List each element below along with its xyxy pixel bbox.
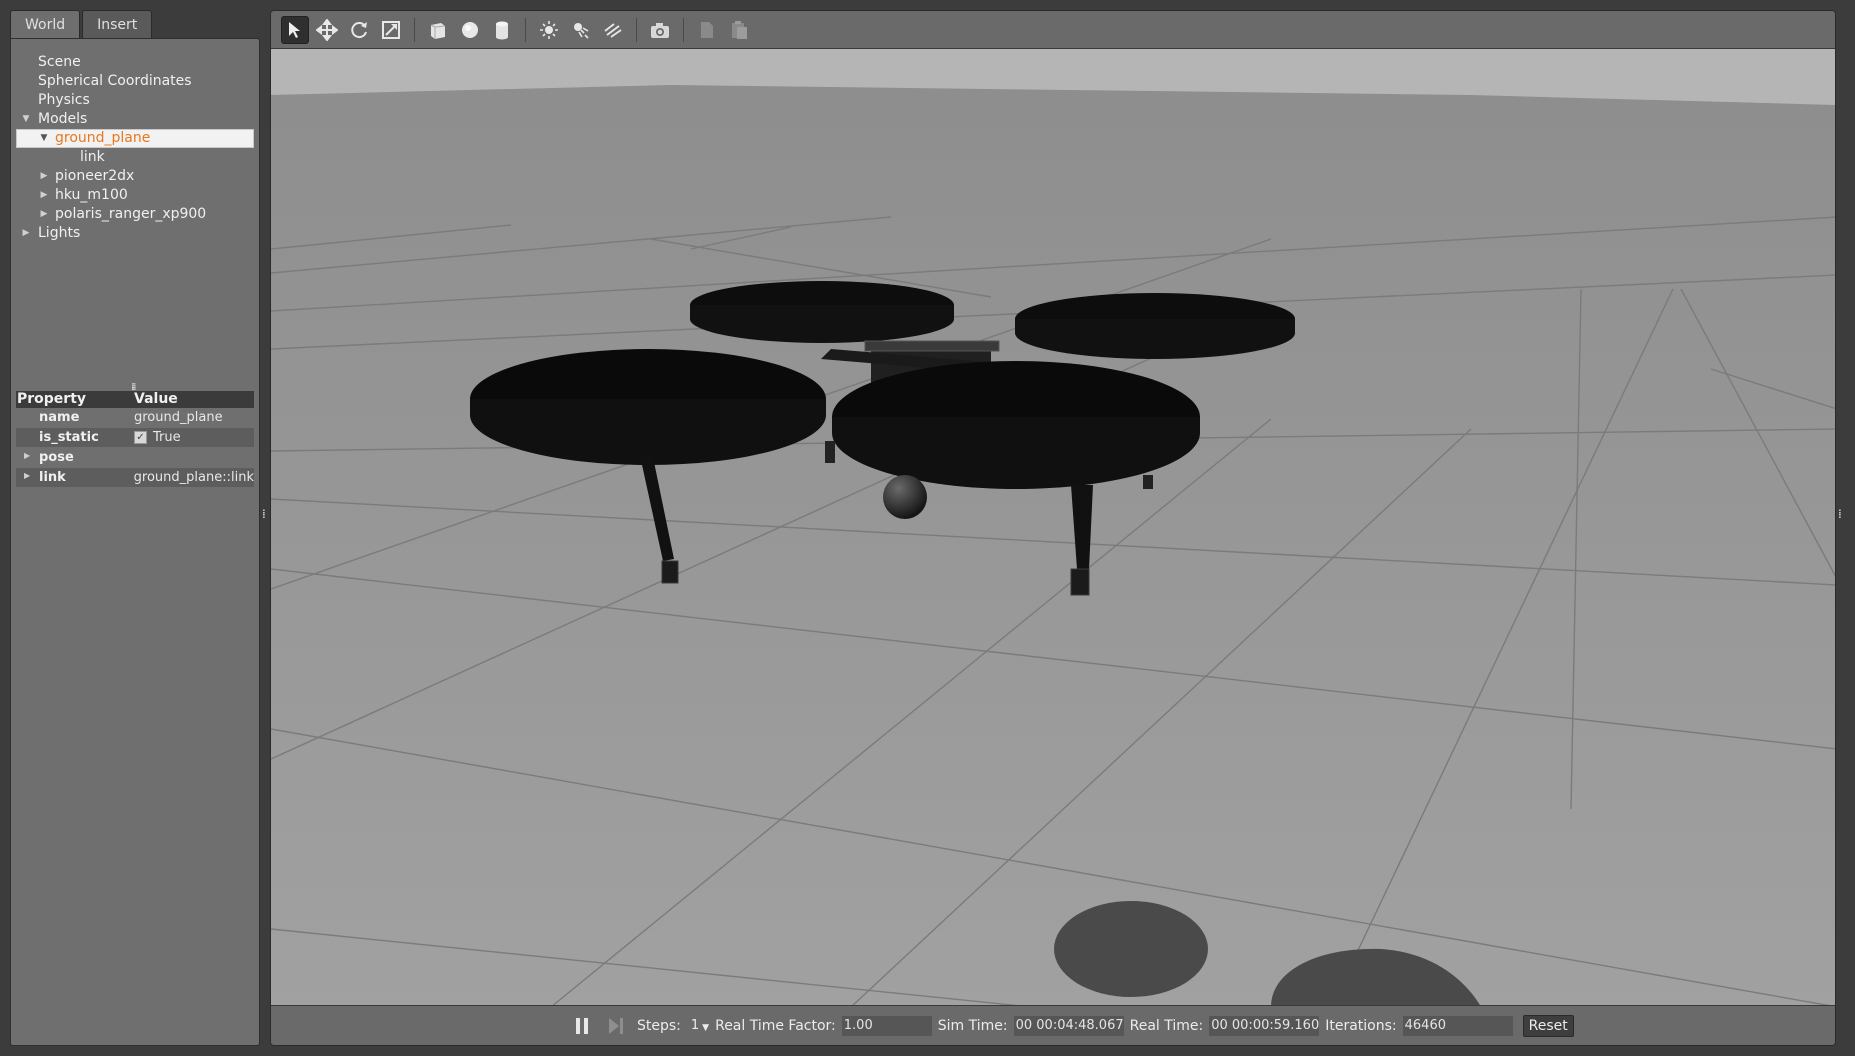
panel-tabs: World Insert bbox=[10, 10, 153, 40]
tree-item-label: ground_plane bbox=[55, 130, 151, 146]
left-panel: World Insert Scene Spherical Coordinates… bbox=[10, 10, 260, 1046]
iterations-value: 46460 bbox=[1402, 1015, 1513, 1036]
real-time-factor: Real Time Factor: 1.00 bbox=[715, 1015, 932, 1036]
tree-item-label: Models bbox=[38, 111, 88, 127]
rotor-shadow bbox=[1054, 901, 1208, 997]
right-splitter-handle[interactable]: ⁞ bbox=[1838, 508, 1842, 520]
left-splitter-handle[interactable]: ⁞ bbox=[262, 508, 266, 520]
paste-icon[interactable] bbox=[725, 16, 753, 44]
tree-item-label: Physics bbox=[38, 92, 90, 108]
tree-item-models[interactable]: ▼ Models bbox=[16, 110, 254, 129]
simulation-status-bar: Steps: 1 ▼ Real Time Factor: 1.00 Sim Ti… bbox=[271, 1005, 1835, 1045]
property-key-container: ▶ pose bbox=[16, 450, 134, 465]
pause-icon[interactable] bbox=[569, 1013, 595, 1039]
screenshot-icon[interactable] bbox=[646, 16, 674, 44]
property-key: is_static bbox=[39, 430, 99, 445]
value-column-header: Value bbox=[134, 391, 178, 407]
property-value: ground_plane::link bbox=[133, 470, 254, 485]
toolbar-separator bbox=[525, 17, 526, 42]
toolbar-separator bbox=[683, 17, 684, 42]
property-key: pose bbox=[39, 450, 74, 465]
tree-item-spherical-coordinates[interactable]: Spherical Coordinates bbox=[16, 72, 254, 91]
main-toolbar bbox=[271, 11, 1835, 49]
tree-item-lights[interactable]: ▶ Lights bbox=[16, 224, 254, 243]
tree-item-label: Lights bbox=[38, 225, 81, 241]
spot-light-icon[interactable] bbox=[567, 16, 595, 44]
property-column-header: Property bbox=[17, 391, 87, 407]
tree-item-hku-m100[interactable]: ▶ hku_m100 bbox=[16, 186, 254, 205]
iterations-label: Iterations: bbox=[1325, 1017, 1397, 1034]
sim-time-value: 00 00:04:48.067 bbox=[1013, 1015, 1124, 1036]
collapsed-arrow-icon[interactable]: ▶ bbox=[24, 451, 30, 460]
tree-item-label: Spherical Coordinates bbox=[38, 73, 192, 89]
rtf-label: Real Time Factor: bbox=[715, 1017, 836, 1034]
tree-item-label: hku_m100 bbox=[55, 187, 128, 203]
render-viewport: Steps: 1 ▼ Real Time Factor: 1.00 Sim Ti… bbox=[270, 10, 1836, 1046]
iterations: Iterations: 46460 bbox=[1325, 1015, 1513, 1036]
point-light-icon[interactable] bbox=[535, 16, 563, 44]
3d-scene-view[interactable] bbox=[271, 49, 1836, 1007]
tree-item-pioneer2dx[interactable]: ▶ pioneer2dx bbox=[16, 167, 254, 186]
property-key: link bbox=[39, 470, 66, 485]
tree-item-ground-plane[interactable]: ▼ ground_plane bbox=[16, 129, 254, 148]
property-table-header: Property Value bbox=[16, 391, 254, 408]
collapsed-arrow-icon[interactable]: ▶ bbox=[24, 471, 30, 480]
tab-world[interactable]: World bbox=[10, 10, 81, 40]
sim-time: Sim Time: 00 00:04:48.067 bbox=[937, 1015, 1124, 1036]
property-row-pose[interactable]: ▶ pose bbox=[16, 448, 254, 468]
property-row-link[interactable]: ▶ link ground_plane::link bbox=[16, 468, 254, 488]
collapsed-arrow-icon[interactable]: ▶ bbox=[38, 167, 50, 186]
step-icon[interactable] bbox=[603, 1013, 629, 1039]
tree-item-label: polaris_ranger_xp900 bbox=[55, 206, 207, 222]
reset-button[interactable]: Reset bbox=[1522, 1014, 1574, 1037]
tab-insert[interactable]: Insert bbox=[82, 10, 153, 38]
property-table: Property Value name ground_plane is_stat… bbox=[16, 391, 254, 488]
directional-light-icon[interactable] bbox=[599, 16, 627, 44]
world-tree: Scene Spherical Coordinates Physics ▼ Mod… bbox=[16, 53, 254, 243]
tree-item-polaris-ranger[interactable]: ▶ polaris_ranger_xp900 bbox=[16, 205, 254, 224]
toolbar-separator bbox=[636, 17, 637, 42]
scale-icon[interactable] bbox=[377, 16, 405, 44]
property-value-container: ✓ True bbox=[134, 430, 254, 445]
tree-item-scene[interactable]: Scene bbox=[16, 53, 254, 72]
toolbar-separator bbox=[414, 17, 415, 42]
property-value: ground_plane bbox=[134, 410, 223, 425]
select-arrow-icon[interactable] bbox=[281, 15, 309, 44]
sim-time-label: Sim Time: bbox=[937, 1017, 1008, 1034]
real-time: Real Time: 00 00:00:59.160 bbox=[1129, 1015, 1319, 1036]
steps-value[interactable]: 1 bbox=[691, 1018, 699, 1033]
box-icon[interactable] bbox=[424, 16, 452, 44]
rtf-value: 1.00 bbox=[841, 1015, 932, 1036]
steps-control: Steps: 1 ▼ bbox=[637, 1018, 709, 1034]
sphere-icon[interactable] bbox=[456, 16, 484, 44]
tree-item-physics[interactable]: Physics bbox=[16, 91, 254, 110]
property-value: True bbox=[153, 430, 181, 445]
property-key: name bbox=[39, 410, 80, 425]
copy-icon[interactable] bbox=[693, 16, 721, 44]
expanded-arrow-icon[interactable]: ▼ bbox=[20, 110, 32, 129]
property-row-name[interactable]: name ground_plane bbox=[16, 408, 254, 428]
steps-label: Steps: bbox=[637, 1017, 681, 1034]
chevron-down-icon[interactable]: ▼ bbox=[702, 1023, 709, 1033]
translate-icon[interactable] bbox=[313, 16, 341, 44]
real-time-value: 00 00:00:59.160 bbox=[1209, 1015, 1319, 1036]
expanded-arrow-icon[interactable]: ▼ bbox=[38, 129, 50, 148]
collapsed-arrow-icon[interactable]: ▶ bbox=[20, 224, 32, 243]
collapsed-arrow-icon[interactable]: ▶ bbox=[38, 186, 50, 205]
tree-item-link[interactable]: link bbox=[16, 148, 254, 167]
ground-plane bbox=[271, 49, 1835, 1007]
world-panel: Scene Spherical Coordinates Physics ▼ Mod… bbox=[10, 38, 260, 1046]
cylinder-icon[interactable] bbox=[488, 16, 516, 44]
tree-item-label: Scene bbox=[38, 54, 81, 70]
tree-item-label: link bbox=[80, 149, 105, 165]
tree-item-label: pioneer2dx bbox=[55, 168, 135, 184]
property-row-is-static[interactable]: is_static ✓ True bbox=[16, 428, 254, 448]
property-key-container: ▶ link bbox=[16, 470, 134, 485]
rotate-icon[interactable] bbox=[345, 16, 373, 44]
real-time-label: Real Time: bbox=[1129, 1017, 1204, 1034]
collapsed-arrow-icon[interactable]: ▶ bbox=[38, 205, 50, 224]
is-static-checkbox[interactable]: ✓ bbox=[134, 431, 147, 444]
